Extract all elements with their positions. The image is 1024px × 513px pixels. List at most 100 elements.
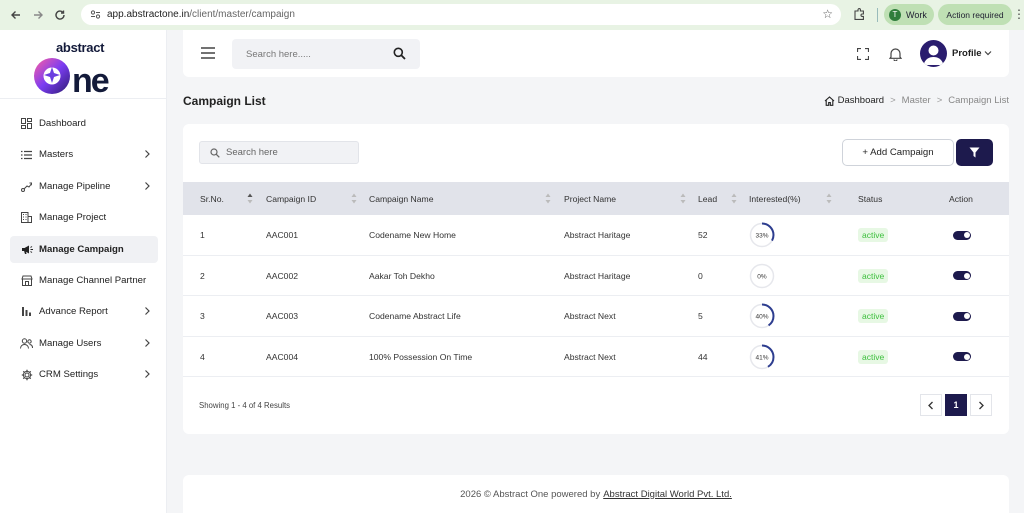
sidebar-divider: [0, 98, 167, 99]
sidebar-item-manage-users[interactable]: Manage Users: [10, 330, 158, 357]
fullscreen-icon[interactable]: [857, 48, 869, 60]
sort-icon[interactable]: [826, 193, 832, 204]
chevron-down-icon[interactable]: [984, 50, 992, 56]
sidebar-item-label: Manage Campaign: [39, 243, 124, 255]
extensions-icon[interactable]: [851, 6, 867, 22]
cell-action: [953, 296, 971, 336]
chevron-right-icon: [145, 338, 150, 347]
add-campaign-button[interactable]: + Add Campaign: [842, 139, 954, 166]
header-search-input[interactable]: Search here.....: [232, 39, 420, 69]
cell-status: active: [858, 215, 889, 255]
cell-lead: 5: [698, 311, 703, 321]
chevron-left-icon: [928, 401, 933, 409]
page-button-current[interactable]: 1: [945, 394, 967, 416]
status-badge: active: [858, 349, 889, 364]
site-settings-icon[interactable]: [89, 9, 101, 21]
sidebar-item-manage-project[interactable]: Manage Project: [10, 204, 158, 231]
cell-sr-no: 1: [200, 230, 205, 240]
breadcrumb-dashboard[interactable]: Dashboard: [824, 95, 884, 106]
bookmark-star-icon[interactable]: ☆: [822, 7, 833, 21]
cell-status: active: [858, 256, 889, 296]
cell-status: active: [858, 337, 889, 377]
sidebar-item-label: Advance Report: [39, 306, 108, 318]
footer-company-link[interactable]: Abstract Digital World Pvt. Ltd.: [603, 489, 732, 500]
interested-progress-ring: 0%: [749, 263, 775, 288]
table-row: 4 AAC004 100% Possession On Time Abstract N…: [183, 337, 1009, 377]
sidebar-item-manage-channel-partner[interactable]: Manage Channel Partner: [10, 267, 158, 294]
bar-chart-icon: [20, 305, 33, 318]
cell-campaign-name: Aakar Toh Dekho: [369, 270, 435, 281]
status-badge: active: [858, 309, 889, 323]
campaign-list-card: Search here + Add Campaign Sr.No. Campai…: [183, 124, 1009, 434]
back-icon[interactable]: [5, 4, 27, 26]
column-header-project-name[interactable]: Project Name: [564, 182, 616, 215]
chevron-right-icon: [145, 370, 150, 379]
sort-icon[interactable]: [680, 193, 686, 204]
cell-project-name: Abstract Haritage: [564, 270, 631, 281]
table-search-input[interactable]: Search here: [199, 141, 359, 164]
column-header-campaign-id[interactable]: Campaign ID: [266, 182, 316, 215]
avatar[interactable]: [920, 40, 947, 67]
cell-interested: 33%: [749, 215, 775, 255]
reload-icon[interactable]: [49, 4, 71, 26]
prev-page-button[interactable]: [920, 394, 942, 416]
column-header-campaign-name[interactable]: Campaign Name: [369, 182, 433, 215]
interested-progress-ring: 40%: [749, 303, 775, 329]
column-header-interested[interactable]: Interested(%): [749, 182, 801, 215]
sidebar-item-label: Manage Project: [39, 212, 107, 224]
sidebar-item-label: Dashboard: [39, 118, 86, 129]
page-footer: 2026 © Abstract One powered by Abstract …: [183, 475, 1009, 513]
chevron-right-icon: [145, 307, 150, 316]
status-toggle[interactable]: [953, 311, 971, 321]
sidebar-item-advance-report[interactable]: Advance Report: [10, 298, 158, 325]
bell-icon[interactable]: [889, 47, 902, 61]
column-header-lead[interactable]: Lead: [698, 182, 717, 215]
cell-campaign-name: 100% Possession On Time: [369, 351, 473, 362]
sort-icon[interactable]: [731, 193, 737, 204]
column-header-action: Action: [949, 193, 973, 204]
profile-menu-label[interactable]: Profile: [952, 48, 982, 59]
next-page-button[interactable]: [970, 394, 992, 416]
cell-campaign-id: AAC003: [266, 311, 299, 321]
breadcrumb: Dashboard > Master > Campaign List: [824, 95, 1009, 106]
action-required-chip[interactable]: Action required: [938, 4, 1012, 25]
forward-icon[interactable]: [27, 4, 49, 26]
cell-sr-no: 4: [200, 351, 205, 362]
sidebar-item-label: Masters: [39, 149, 74, 161]
profile-work-chip[interactable]: T Work: [884, 4, 934, 25]
sort-icon[interactable]: [247, 193, 253, 204]
address-bar[interactable]: app.abstractone.in/client/master/campaig…: [81, 4, 841, 25]
column-header-sr-no[interactable]: Sr.No.: [200, 182, 224, 215]
sidebar-item-dashboard[interactable]: Dashboard: [10, 110, 158, 137]
status-badge: active: [858, 268, 889, 283]
status-toggle[interactable]: [953, 352, 971, 361]
breadcrumb-separator: >: [936, 95, 943, 106]
cell-action: [953, 256, 971, 296]
interested-percent-label: 41%: [755, 354, 768, 361]
breadcrumb-current: Campaign List: [948, 95, 1009, 106]
profile-work-label: Work: [906, 9, 927, 20]
sidebar-item-crm-settings[interactable]: CRM Settings: [10, 361, 158, 388]
breadcrumb-master[interactable]: Master: [902, 95, 931, 106]
abstract-one-logo[interactable]: abstract ne: [32, 40, 136, 98]
sidebar-item-label: Manage Channel Partner: [39, 274, 147, 286]
cell-interested: 41%: [749, 337, 775, 377]
browser-menu-icon[interactable]: ⋮: [1013, 7, 1024, 21]
cell-lead: 0: [698, 270, 703, 281]
sort-icon[interactable]: [545, 193, 551, 204]
list-icon: [20, 148, 33, 161]
table-row: 1 AAC001 Codename New Home Abstract Haritag…: [183, 215, 1009, 256]
sidebar-item-manage-pipeline[interactable]: Manage Pipeline: [10, 173, 158, 200]
sort-icon[interactable]: [351, 193, 357, 204]
cell-interested: 0%: [749, 256, 775, 296]
sidebar-item-manage-campaign[interactable]: Manage Campaign: [10, 235, 158, 263]
interested-progress-ring: 33%: [749, 222, 775, 248]
status-toggle[interactable]: [953, 230, 971, 240]
filter-button[interactable]: [956, 139, 993, 166]
svg-text:ne: ne: [72, 62, 109, 98]
status-toggle[interactable]: [953, 271, 971, 280]
users-icon: [20, 337, 33, 350]
search-icon[interactable]: [393, 47, 406, 60]
sidebar-item-masters[interactable]: Masters: [10, 141, 158, 168]
hamburger-menu-icon[interactable]: [201, 47, 215, 59]
